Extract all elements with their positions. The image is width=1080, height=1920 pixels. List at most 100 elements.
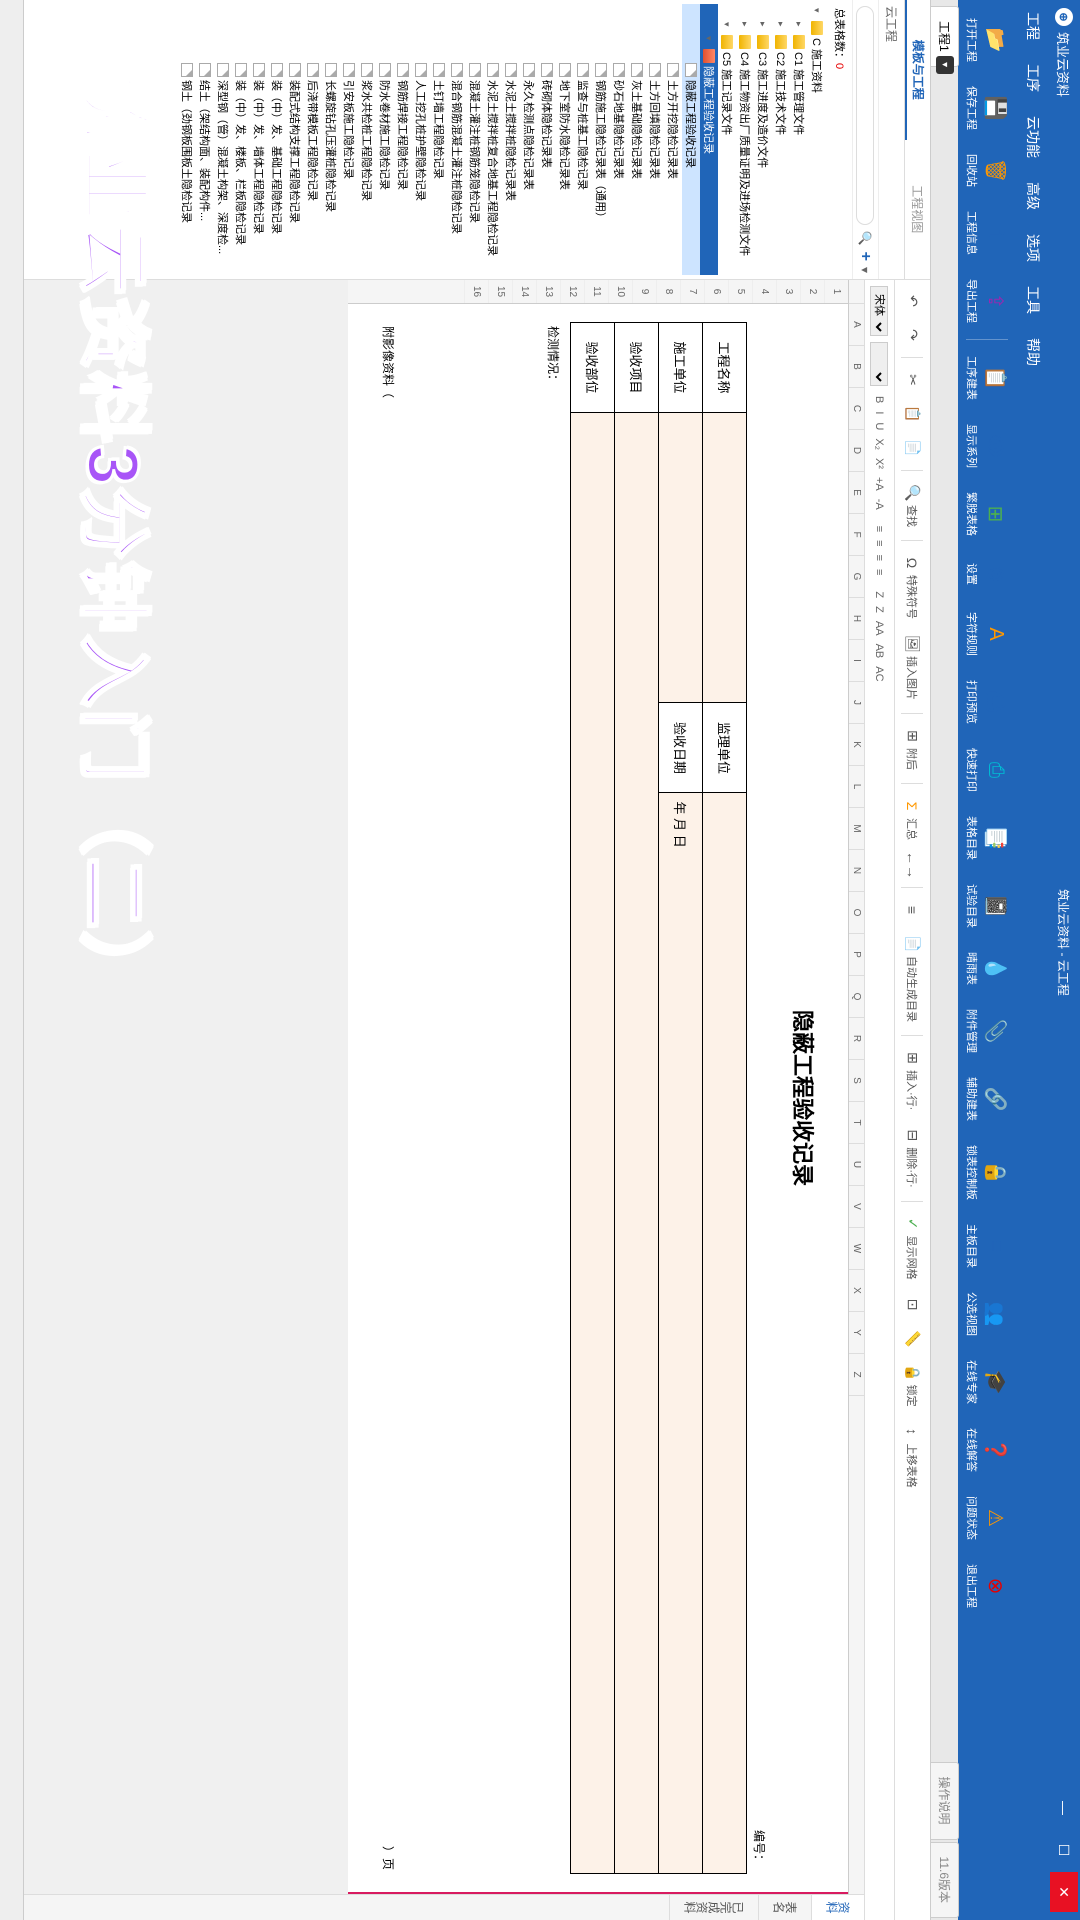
tb-btn[interactable]: 📏 bbox=[901, 1324, 925, 1354]
tree-node[interactable]: 钢筋焊接工程隐检记录 bbox=[394, 4, 412, 275]
tb-btn[interactable]: ⊟删除·行· bbox=[901, 1120, 925, 1193]
tree-node[interactable]: 浆水共检桩工程隐检记录 bbox=[358, 4, 376, 275]
tb-btn[interactable]: ⊞插入·行· bbox=[901, 1043, 925, 1116]
ribbon-工程信息[interactable]: ℹ工程信息 bbox=[962, 201, 1012, 265]
tab-version[interactable]: 11.6版本 bbox=[931, 1842, 959, 1918]
row-header[interactable]: 2 bbox=[800, 280, 824, 303]
tree-node[interactable]: 装（中）发、楼板、栏板隐检记录 bbox=[232, 4, 250, 275]
tree-node[interactable]: 土方回填隐检记录表 bbox=[646, 4, 664, 275]
tree-node[interactable]: 土钉墙工程隐检记录 bbox=[430, 4, 448, 275]
tree-node[interactable]: 钢土（劲钢板围板土隐检记录 bbox=[178, 4, 196, 275]
tree-node[interactable]: 监查与桩基工隐检记录 bbox=[574, 4, 592, 275]
fmt-btn[interactable] bbox=[872, 514, 888, 522]
menu-工程[interactable]: 工程 bbox=[1023, 12, 1043, 40]
col-header[interactable]: R bbox=[849, 1018, 864, 1060]
fmt-btn[interactable]: Z bbox=[872, 587, 888, 602]
side-tab-name[interactable]: 表名 bbox=[758, 1895, 811, 1920]
cell-val[interactable] bbox=[703, 793, 747, 1874]
tree-node[interactable]: ▾隐蔽工程验收记录 bbox=[700, 4, 718, 275]
ribbon-导出工程[interactable]: ⇪导出工程 bbox=[962, 269, 1012, 333]
tree-node[interactable]: 混凝土灌注桩钢筋笼隐检记录 bbox=[466, 4, 484, 275]
row-header[interactable]: 13 bbox=[536, 280, 560, 303]
fmt-btn[interactable]: AB bbox=[872, 640, 888, 663]
col-header[interactable]: K bbox=[849, 724, 864, 766]
col-header[interactable]: A bbox=[849, 304, 864, 346]
ribbon-附件管理[interactable]: 📎附件管理 bbox=[962, 999, 1012, 1063]
tb-btn[interactable]: ↕上移表格 bbox=[901, 1417, 925, 1494]
col-header[interactable]: G bbox=[849, 556, 864, 598]
tb-btn[interactable]: 🖼插入图片 bbox=[901, 629, 925, 706]
tree-node[interactable]: 混合钢筋混凝土灌注桩隐检记录 bbox=[448, 4, 466, 275]
fmt-btn[interactable]: Z bbox=[872, 602, 888, 617]
tree-node[interactable]: 灰土基础隐检记录表 bbox=[628, 4, 646, 275]
tab-project1[interactable]: 工程1 ▾ bbox=[931, 6, 959, 67]
search-icon[interactable]: 🔍 bbox=[859, 231, 873, 246]
tree-node[interactable]: 人工挖孔桩护壁隐检记录 bbox=[412, 4, 430, 275]
tree-node[interactable]: ▾C 施工资料 bbox=[808, 4, 826, 275]
tb-btn[interactable]: Σ汇总 bbox=[901, 791, 925, 846]
col-header[interactable]: F bbox=[849, 514, 864, 556]
row-header[interactable]: 11 bbox=[584, 280, 608, 303]
tree-node[interactable]: 装（中）发、基础工程隐检记录 bbox=[268, 4, 286, 275]
col-header[interactable]: Q bbox=[849, 976, 864, 1018]
tree-node[interactable]: 深型钢（管）混凝土构架、深度检... bbox=[214, 4, 232, 275]
ribbon-辅助建表[interactable]: 🔗辅助建表 bbox=[962, 1067, 1012, 1131]
row-header[interactable]: 5 bbox=[728, 280, 752, 303]
ribbon-表格目录[interactable]: 📑表格目录 bbox=[962, 806, 1012, 870]
fmt-btn[interactable]: ≡ bbox=[872, 551, 888, 565]
col-header[interactable]: N bbox=[849, 850, 864, 892]
row-header[interactable]: 12 bbox=[560, 280, 584, 303]
lp-tab-view[interactable]: 工程视图 bbox=[905, 140, 930, 280]
col-header[interactable]: E bbox=[849, 472, 864, 514]
col-header[interactable]: W bbox=[849, 1228, 864, 1270]
fmt-btn[interactable]: ≡ bbox=[872, 522, 888, 536]
row-header[interactable]: 14 bbox=[512, 280, 536, 303]
ribbon-工序建表[interactable]: 📋工序建表 bbox=[962, 346, 1012, 410]
tree-node[interactable]: 引安板施工隐检记录 bbox=[340, 4, 358, 275]
tree-node[interactable]: 长螺旋钻孔压灌桩隐检记录 bbox=[322, 4, 340, 275]
row-header[interactable]: 8 bbox=[656, 280, 680, 303]
tb-btn[interactable]: ⊡ bbox=[901, 1290, 925, 1320]
col-header[interactable]: I bbox=[849, 640, 864, 682]
fmt-btn[interactable]: ≡ bbox=[872, 536, 888, 550]
menu-工具[interactable]: 工具 bbox=[1023, 286, 1043, 314]
ribbon-打印预览[interactable]: 🖨打印预览 bbox=[962, 670, 1012, 734]
ribbon-主板目录[interactable]: ≡主板目录 bbox=[962, 1214, 1012, 1278]
tree-node[interactable]: 永久检测点隐检记录表 bbox=[520, 4, 538, 275]
tree-node[interactable]: 结土（架结构面、装配构件... bbox=[196, 4, 214, 275]
tree-node[interactable]: ▸C2 施工技术文件 bbox=[772, 4, 790, 275]
side-tab-data[interactable]: 资料 bbox=[811, 1895, 864, 1920]
ribbon-公选视图[interactable]: 👥公选视图 bbox=[962, 1282, 1012, 1346]
tb-btn[interactable]: ≡ bbox=[901, 895, 925, 925]
tb-btn[interactable]: 📋 bbox=[901, 399, 925, 429]
col-header[interactable]: Y bbox=[849, 1312, 864, 1354]
col-header[interactable]: J bbox=[849, 682, 864, 724]
col-header[interactable]: S bbox=[849, 1060, 864, 1102]
col-header[interactable]: T bbox=[849, 1102, 864, 1144]
tb-btn[interactable]: 🔒锁定 bbox=[901, 1358, 925, 1413]
ribbon-回收站[interactable]: 🗑回收站 bbox=[962, 144, 1012, 197]
menu-工序[interactable]: 工序 bbox=[1023, 64, 1043, 92]
ribbon-打开工程[interactable]: 📂打开工程 bbox=[962, 8, 1012, 72]
col-header[interactable]: P bbox=[849, 934, 864, 976]
ribbon-显示系列[interactable]: 👁显示系列 bbox=[962, 414, 1012, 478]
fmt-btn[interactable]: ≡ bbox=[872, 565, 888, 579]
cell-val[interactable] bbox=[703, 413, 747, 703]
tb-btn[interactable]: 📄自动生成目录 bbox=[901, 929, 925, 1028]
ribbon-繁脱表格[interactable]: ⊞繁脱表格 bbox=[962, 482, 1012, 546]
tb-btn[interactable]: ←→ bbox=[901, 850, 925, 880]
chevron-down-icon[interactable]: ▾ bbox=[936, 56, 954, 74]
side-tab-done[interactable]: 已完成资料 bbox=[669, 1895, 758, 1920]
col-header[interactable]: D bbox=[849, 430, 864, 472]
row-header[interactable]: 16 bbox=[464, 280, 488, 303]
col-header[interactable]: M bbox=[849, 808, 864, 850]
tb-btn[interactable]: ↷ bbox=[901, 320, 925, 350]
ribbon-问题状态[interactable]: ⚠问题状态 bbox=[962, 1486, 1012, 1550]
tree-node[interactable]: 装配式结构支撑工程隐检记录 bbox=[286, 4, 304, 275]
search-input[interactable] bbox=[857, 6, 875, 225]
ribbon-在线专家[interactable]: 🎓在线专家 bbox=[962, 1350, 1012, 1414]
ribbon-字符规则[interactable]: A字符规则 bbox=[962, 602, 1012, 666]
fmt-btn[interactable]: AA bbox=[872, 617, 888, 640]
ribbon-快速打印[interactable]: ⎙快速打印 bbox=[962, 738, 1012, 802]
menu-选项[interactable]: 选项 bbox=[1023, 234, 1043, 262]
